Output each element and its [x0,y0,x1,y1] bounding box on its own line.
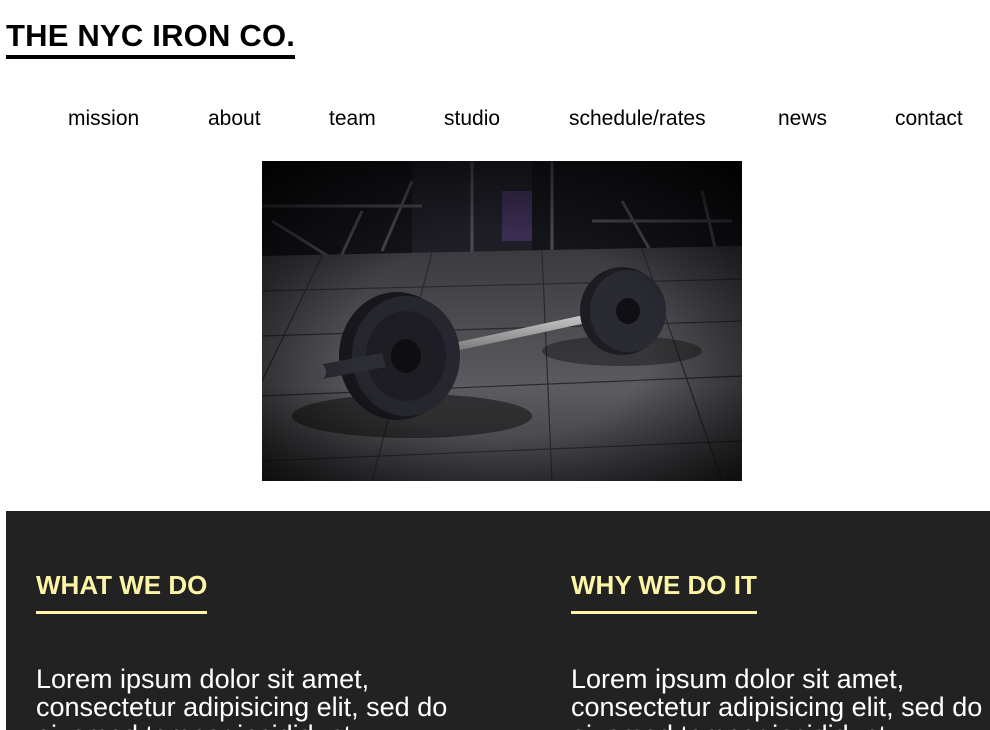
page: THE NYC IRON CO. mission about team stud… [0,0,990,730]
what-we-do-heading: WHAT WE DO [36,569,208,614]
why-we-do-it-heading: WHY WE DO IT [571,569,757,614]
nav-item-mission[interactable]: mission [68,104,139,134]
site-title[interactable]: THE NYC IRON CO. [6,18,296,59]
nav-item-team[interactable]: team [329,104,376,134]
info-section: WHAT WE DO Lorem ipsum dolor sit amet, c… [6,511,990,730]
nav-item-schedule-rates[interactable]: schedule/rates [569,104,706,134]
what-we-do-body: Lorem ipsum dolor sit amet, consectetur … [36,664,448,730]
nav-item-contact[interactable]: contact [895,104,963,134]
why-we-do-it-body: Lorem ipsum dolor sit amet, consectetur … [571,664,983,730]
nav-item-news[interactable]: news [778,104,827,134]
barbell-photo [262,161,742,481]
nav-item-studio[interactable]: studio [444,104,500,134]
hero-image [262,161,742,481]
nav-item-about[interactable]: about [208,104,261,134]
main-nav: mission about team studio schedule/rates… [0,104,990,134]
